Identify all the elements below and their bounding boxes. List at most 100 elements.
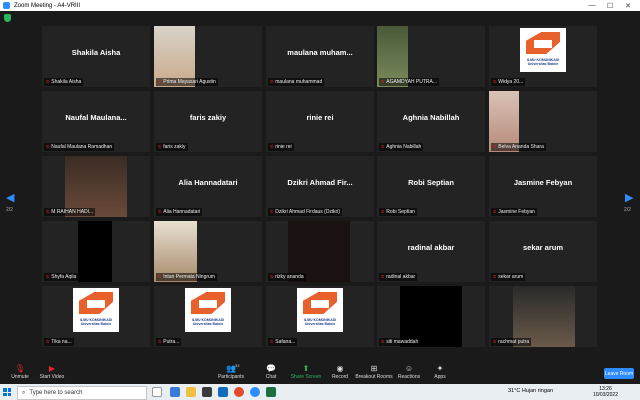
participant-name-label: ⦸ radinal akbar <box>379 273 418 281</box>
participant-tile[interactable]: ⦸ Prima Mayasari Agustin <box>154 26 262 87</box>
participant-tile[interactable]: Aghnia Nabillah ⦸ Aghnia Nabillah <box>377 91 485 152</box>
participant-tile[interactable]: Robi Septian ⦸ Robi Septian <box>377 156 485 217</box>
participant-tile[interactable]: ILMU KOMUNIKASI Universitas Bakrie ⦸ Widya … <box>489 26 597 87</box>
leave-room-button[interactable]: Leave Room <box>604 368 634 379</box>
participant-tile[interactable]: ILMU KOMUNIKASI Universitas Bakrie ⦸ Putra.… <box>154 286 262 347</box>
participant-tile[interactable]: Dzikri Ahmad Fir... ⦸ Dzikri Ahmad Firdaus… <box>266 156 374 217</box>
participant-name-label: ⦸ M.RAIHAN HADI... <box>44 208 96 216</box>
chrome-icon[interactable] <box>234 387 244 397</box>
participant-tile[interactable]: ⦸ Belva Ananda Shara <box>489 91 597 152</box>
logo-text: ILMU KOMUNIKASI Universitas Bakrie <box>79 318 113 326</box>
participant-name-label: ⦸ Tika na... <box>44 338 74 346</box>
participant-name: Aghnia Nabillah <box>386 144 422 150</box>
breakout-rooms-icon: ⊞ <box>370 364 378 373</box>
mic-muted-icon: ⦸ <box>381 144 385 150</box>
excel-icon[interactable] <box>266 387 276 397</box>
participant-tile[interactable]: Shakila Aisha ⦸ Shakila Aisha <box>42 26 150 87</box>
mic-muted-icon: ⦸ <box>270 209 274 215</box>
participant-name-label: ⦸ Shyfa Aqila <box>44 273 79 281</box>
mic-muted-icon: ⦸ <box>270 339 274 345</box>
participant-tile[interactable]: rinie rei ⦸ rinie rei <box>266 91 374 152</box>
participant-name-label: ⦸ faris zakiy <box>156 143 188 151</box>
encryption-shield-icon[interactable] <box>4 14 11 22</box>
system-clock[interactable]: 13:26 10/03/2022 <box>593 386 618 398</box>
participant-tile[interactable]: Alia Hannadatari ⦸ Alia Hannadatari <box>154 156 262 217</box>
mic-muted-icon: ⦸ <box>46 209 50 215</box>
prev-page-indicator: 2/2 <box>6 207 13 213</box>
start-video-button[interactable]: ▶ Start Video <box>32 364 72 380</box>
participant-name: Jasmine Febyan <box>498 209 535 215</box>
participant-display-name: Robi Septian <box>408 178 454 187</box>
participant-name: rachmat putra <box>498 339 530 345</box>
mic-muted-icon: ⦸ <box>46 339 50 345</box>
mic-muted-icon: ⦸ <box>381 209 385 215</box>
university-logo-image: ILMU KOMUNIKASI Universitas Bakrie <box>73 288 119 332</box>
participants-count: 33 <box>235 363 240 368</box>
participant-name: M.RAIHAN HADI... <box>51 209 94 215</box>
participant-display-name: Alia Hannadatari <box>178 178 238 187</box>
mic-muted-icon: ⦸ <box>381 339 385 345</box>
participant-tile[interactable]: radinal akbar ⦸ radinal akbar <box>377 221 485 282</box>
participant-tile[interactable]: ⦸ siti mawaddah <box>377 286 485 347</box>
task-view-icon[interactable] <box>152 387 162 397</box>
apps-icon: ✦ <box>436 364 444 373</box>
participant-name: sekar arum <box>498 274 524 280</box>
logo-cutout <box>199 300 217 308</box>
participant-name: rinie rei <box>275 144 292 150</box>
mail-icon[interactable] <box>218 387 228 397</box>
participant-name: maulana muhammad <box>275 79 323 85</box>
logo-cutout <box>311 300 329 308</box>
participant-display-name: sekar arum <box>522 243 564 252</box>
mic-muted-icon: ⦸ <box>46 274 50 280</box>
participant-name-label: ⦸ maulana muhammad <box>268 78 325 86</box>
participant-display-name: Aghnia Nabillah <box>402 113 460 122</box>
store-icon[interactable] <box>202 387 212 397</box>
breakout-rooms-button[interactable]: ⊞ Breakout Rooms <box>354 364 394 380</box>
participant-name-label: ⦸ siti mawaddah <box>379 338 421 346</box>
logo-text: ILMU KOMUNIKASI Universitas Bakrie <box>191 318 225 326</box>
mic-muted-icon: ⦸ <box>493 209 497 215</box>
file-explorer-icon[interactable] <box>186 387 196 397</box>
participant-tile[interactable]: sekar arum ⦸ sekar arum <box>489 221 597 282</box>
participant-name-label: ⦸ sekar arum <box>491 273 526 281</box>
minimize-button[interactable]: — <box>584 0 600 11</box>
participants-button[interactable]: 👥 33 Participants <box>211 363 251 380</box>
participant-tile[interactable]: ⦸ Shyfa Aqila <box>42 221 150 282</box>
participant-display-name: faris zakiy <box>189 113 227 122</box>
prev-page-arrow-icon[interactable]: ◀ <box>6 191 14 204</box>
participant-name-label: ⦸ Prima Mayasari Agustin <box>156 78 218 86</box>
participant-tile[interactable]: ILMU KOMUNIKASI Universitas Bakrie ⦸ Safana… <box>266 286 374 347</box>
participants-icon: 👥 <box>226 364 236 373</box>
participant-name: rizky ananda <box>275 274 304 280</box>
taskbar-search-box[interactable]: ⌕ Type here to search <box>17 386 147 400</box>
participant-tile[interactable]: ⦸ AGAMDYAH PUTRA... <box>377 26 485 87</box>
mic-muted-icon: ⦸ <box>381 79 385 85</box>
mic-muted-icon: ⦸ <box>493 79 497 85</box>
participant-tile[interactable]: Jasmine Febyan ⦸ Jasmine Febyan <box>489 156 597 217</box>
chat-button[interactable]: 💬 Chat <box>251 364 291 380</box>
zoom-taskbar-icon[interactable] <box>250 387 260 397</box>
maximize-button[interactable]: ☐ <box>602 0 618 11</box>
participant-name-label: ⦸ Safana... <box>268 338 298 346</box>
participant-tile[interactable]: ⦸ rizky ananda <box>266 221 374 282</box>
participant-name: Tika na... <box>51 339 72 345</box>
participant-tile[interactable]: faris zakiy ⦸ faris zakiy <box>154 91 262 152</box>
next-page-arrow-icon[interactable]: ▶ <box>625 191 633 204</box>
weather-status[interactable]: 31°C Hujan ringan <box>508 388 553 394</box>
windows-start-icon[interactable] <box>3 388 11 396</box>
participant-name-label: ⦸ rinie rei <box>268 143 294 151</box>
close-button[interactable]: ✕ <box>620 0 636 11</box>
gallery-view: ◀ 2/2 ▶ 2/2 Shakila Aisha ⦸ Shakila Aisha ⦸… <box>0 11 640 362</box>
edge-icon[interactable] <box>170 387 180 397</box>
participant-name-label: ⦸ rachmat putra <box>491 338 532 346</box>
mic-muted-icon: ⦸ <box>270 144 274 150</box>
participant-tile[interactable]: ⦸ rachmat putra <box>489 286 597 347</box>
participant-tile[interactable]: ⦸ M.RAIHAN HADI... <box>42 156 150 217</box>
window-titlebar: Zoom Meeting - A4-VRIII — ☐ ✕ <box>0 0 640 11</box>
logo-text: ILMU KOMUNIKASI Universitas Bakrie <box>303 318 337 326</box>
participant-tile[interactable]: maulana muham... ⦸ maulana muhammad <box>266 26 374 87</box>
participant-tile[interactable]: ILMU KOMUNIKASI Universitas Bakrie ⦸ Tika n… <box>42 286 150 347</box>
participant-tile[interactable]: ⦸ Intan Permata Ningrum <box>154 221 262 282</box>
apps-button[interactable]: ✦ Apps <box>420 364 460 380</box>
participant-tile[interactable]: Naufal Maulana... ⦸ Naufal Maulana Ramadha… <box>42 91 150 152</box>
